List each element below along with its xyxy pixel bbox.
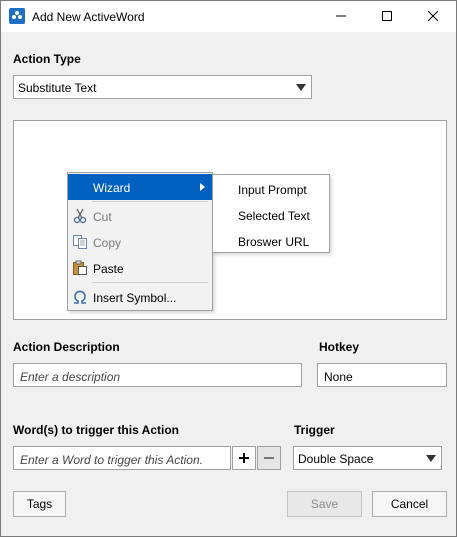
menu-item-wizard[interactable]: Wizard — [68, 174, 212, 200]
menu-item-label: Wizard — [93, 181, 131, 195]
maximize-button[interactable] — [364, 1, 410, 32]
chevron-down-icon — [426, 455, 436, 462]
action-type-label: Action Type — [13, 52, 81, 66]
menu-item-paste[interactable]: Paste — [68, 255, 212, 281]
submenu-item-label: Input Prompt — [238, 183, 307, 197]
menu-item-insert-symbol[interactable]: Insert Symbol... — [68, 284, 212, 310]
submenu-item-label: Broswer URL — [238, 235, 310, 249]
title-bar[interactable]: Add New ActiveWord — [1, 1, 456, 32]
window-title: Add New ActiveWord — [32, 10, 145, 24]
submenu-item-selected-text[interactable]: Selected Text — [213, 202, 329, 228]
trigger-word-placeholder: Enter a Word to trigger this Action. — [20, 453, 203, 467]
trigger-select[interactable]: Double Space — [293, 446, 442, 470]
action-type-value: Substitute Text — [18, 81, 97, 95]
trigger-word-input[interactable]: Enter a Word to trigger this Action. — [13, 446, 231, 470]
hotkey-input[interactable]: None — [317, 363, 447, 387]
trigger-label: Trigger — [294, 423, 335, 437]
menu-item-cut[interactable]: Cut — [68, 203, 212, 229]
cancel-button[interactable]: Cancel — [372, 491, 447, 517]
app-icon — [9, 8, 25, 24]
menu-item-label: Cut — [93, 210, 112, 224]
words-label: Word(s) to trigger this Action — [13, 423, 179, 437]
chevron-right-icon — [200, 183, 205, 191]
tags-button[interactable]: Tags — [13, 491, 66, 517]
minimize-button[interactable] — [318, 1, 364, 32]
omega-icon — [74, 290, 86, 304]
plus-icon — [239, 453, 249, 463]
remove-word-button[interactable] — [257, 446, 281, 470]
wizard-submenu: Input Prompt Selected Text Broswer URL — [212, 174, 330, 253]
minus-icon — [264, 457, 274, 459]
menu-item-label: Paste — [93, 262, 124, 276]
paste-icon — [73, 260, 87, 275]
menu-item-copy[interactable]: Copy — [68, 229, 212, 255]
description-label: Action Description — [13, 340, 120, 354]
menu-separator — [92, 201, 208, 202]
submenu-item-browser-url[interactable]: Broswer URL — [213, 228, 329, 254]
context-menu: Wizard Cut Copy Paste Insert Symbol... — [67, 172, 213, 311]
scissors-icon — [73, 208, 87, 224]
cancel-button-label: Cancel — [390, 497, 429, 511]
hotkey-value: None — [324, 370, 353, 384]
close-button[interactable] — [410, 1, 456, 32]
submenu-item-input-prompt[interactable]: Input Prompt — [213, 176, 329, 202]
maximize-icon — [382, 11, 392, 21]
menu-item-label: Insert Symbol... — [93, 291, 177, 305]
tags-button-label: Tags — [26, 497, 53, 511]
dialog-window: Add New ActiveWord Action Type Substitut… — [0, 0, 457, 537]
copy-icon — [73, 235, 87, 249]
chevron-down-icon — [296, 84, 306, 91]
hotkey-label: Hotkey — [319, 340, 360, 354]
add-word-button[interactable] — [232, 446, 256, 470]
description-placeholder: Enter a description — [20, 370, 121, 384]
description-input[interactable]: Enter a description — [13, 363, 302, 387]
menu-item-label: Copy — [93, 236, 122, 250]
trigger-value: Double Space — [298, 452, 374, 466]
menu-separator — [92, 282, 208, 283]
submenu-item-label: Selected Text — [238, 209, 310, 223]
action-type-select[interactable]: Substitute Text — [13, 75, 312, 99]
minimize-icon — [336, 15, 346, 17]
save-button[interactable]: Save — [287, 491, 362, 517]
save-button-label: Save — [310, 497, 339, 511]
close-icon — [428, 11, 438, 21]
